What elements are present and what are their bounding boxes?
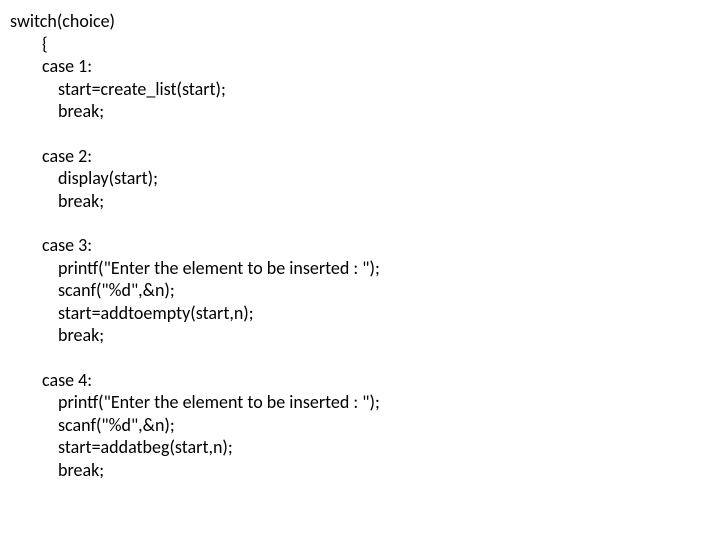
code-line: printf("Enter the element to be inserted…	[10, 391, 720, 414]
code-line: case 1:	[10, 55, 720, 78]
code-line: break;	[10, 459, 720, 482]
blank-line	[10, 123, 720, 145]
blank-line	[10, 212, 720, 234]
code-line: break;	[10, 100, 720, 123]
code-line: switch(choice)	[10, 10, 720, 33]
code-line: {	[10, 33, 720, 56]
code-line: display(start);	[10, 167, 720, 190]
code-line: scanf("%d",&n);	[10, 414, 720, 437]
code-line: case 3:	[10, 234, 720, 257]
blank-line	[10, 347, 720, 369]
code-line: break;	[10, 324, 720, 347]
code-line: start=addtoempty(start,n);	[10, 302, 720, 325]
code-line: break;	[10, 190, 720, 213]
code-line: start=create_list(start);	[10, 78, 720, 101]
code-line: case 4:	[10, 369, 720, 392]
code-slide: switch(choice) { case 1: start=create_li…	[0, 0, 720, 481]
code-line: scanf("%d",&n);	[10, 279, 720, 302]
code-line: start=addatbeg(start,n);	[10, 436, 720, 459]
code-line: printf("Enter the element to be inserted…	[10, 257, 720, 280]
code-line: case 2:	[10, 145, 720, 168]
